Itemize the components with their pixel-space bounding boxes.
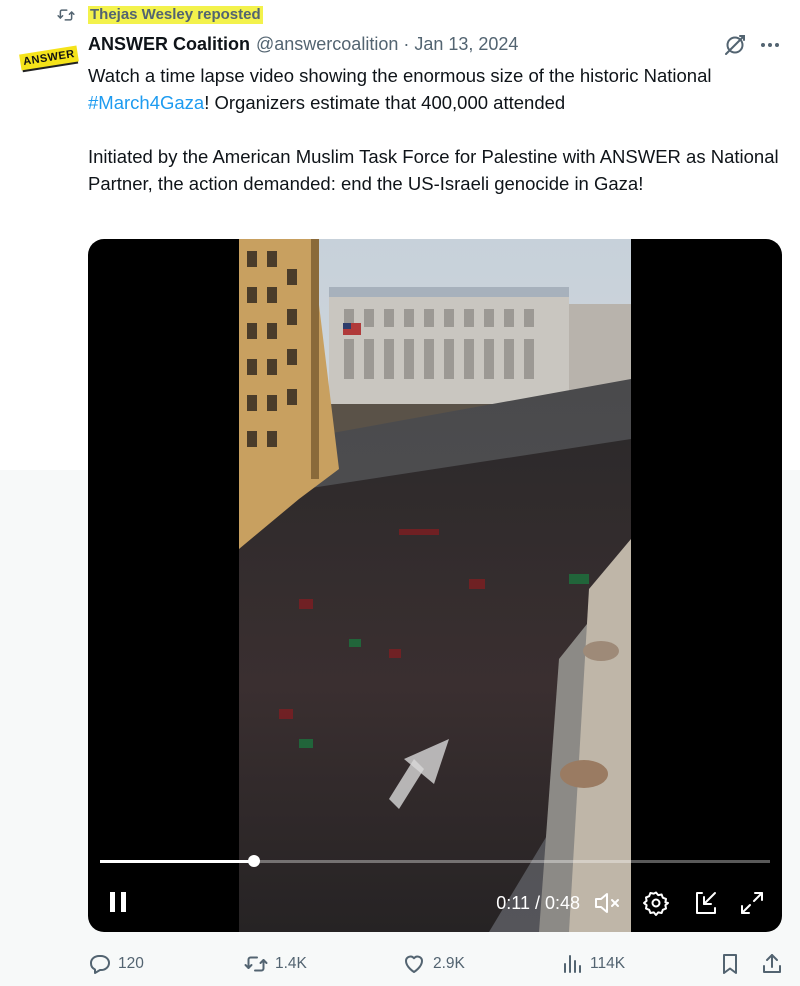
more-icon[interactable] bbox=[757, 33, 783, 57]
repost-button[interactable]: 1.4K bbox=[243, 950, 307, 978]
share-icon bbox=[763, 954, 781, 973]
tweet-paragraph-1: Watch a time lapse video showing the eno… bbox=[88, 62, 788, 116]
reply-button[interactable]: 120 bbox=[88, 950, 144, 978]
repost-count: 1.4K bbox=[275, 955, 307, 972]
volume-muted-icon[interactable] bbox=[593, 889, 621, 917]
fullscreen-icon[interactable] bbox=[738, 889, 766, 917]
video-progress-thumb[interactable] bbox=[248, 855, 261, 867]
video-progress-bar[interactable] bbox=[100, 855, 770, 867]
heart-icon bbox=[405, 955, 423, 973]
like-count: 2.9K bbox=[433, 955, 465, 972]
tweet-text-part: ! Organizers estimate that 400,000 atten… bbox=[204, 92, 566, 113]
video-thumbnail-scene bbox=[239, 239, 631, 932]
tweet-paragraph-2: Initiated by the American Muslim Task Fo… bbox=[88, 146, 779, 194]
avatar[interactable]: ANSWER bbox=[19, 40, 79, 76]
timestamp[interactable]: Jan 13, 2024 bbox=[414, 34, 518, 55]
repost-icon bbox=[56, 5, 78, 25]
author-handle[interactable]: @answercoalition bbox=[256, 34, 398, 55]
video-progress-fill bbox=[100, 860, 255, 863]
pause-icon[interactable] bbox=[106, 889, 130, 915]
picture-in-picture-icon[interactable] bbox=[692, 889, 720, 917]
video-time: 0:11 / 0:48 bbox=[496, 893, 580, 913]
views-count: 114K bbox=[590, 955, 626, 972]
tweet-header: ANSWER Coalition @answercoalition · Jan … bbox=[88, 33, 518, 55]
hashtag-link[interactable]: #March4Gaza bbox=[88, 92, 204, 113]
video-player[interactable]: 0:11 / 0:48 bbox=[88, 239, 782, 932]
author-name[interactable]: ANSWER Coalition bbox=[88, 34, 250, 55]
repost-icon bbox=[244, 956, 268, 972]
avatar-logo: ANSWER bbox=[19, 45, 79, 71]
tweet-card[interactable]: Thejas Wesley reposted ANSWER ANSWER Coa… bbox=[0, 0, 800, 986]
gear-icon[interactable] bbox=[642, 889, 670, 917]
bookmark-icon bbox=[723, 954, 737, 974]
tweet-text-part: Watch a time lapse video showing the eno… bbox=[88, 65, 712, 86]
share-button[interactable] bbox=[760, 950, 790, 978]
views-button[interactable]: 114K bbox=[560, 950, 625, 978]
reply-count: 120 bbox=[118, 955, 144, 972]
header-separator: · bbox=[403, 33, 410, 54]
tweet-text: Watch a time lapse video showing the eno… bbox=[88, 62, 788, 197]
analytics-icon bbox=[564, 955, 581, 973]
like-button[interactable]: 2.9K bbox=[401, 950, 465, 978]
grok-icon[interactable] bbox=[722, 33, 748, 57]
reply-icon bbox=[90, 955, 110, 974]
video-frame[interactable] bbox=[239, 239, 631, 932]
repost-indicator[interactable]: Thejas Wesley reposted bbox=[56, 5, 263, 25]
repost-label[interactable]: Thejas Wesley reposted bbox=[88, 6, 263, 24]
tweet-actions: 120 1.4K 2.9K 114K bbox=[88, 950, 788, 978]
bookmark-button[interactable] bbox=[718, 950, 748, 978]
